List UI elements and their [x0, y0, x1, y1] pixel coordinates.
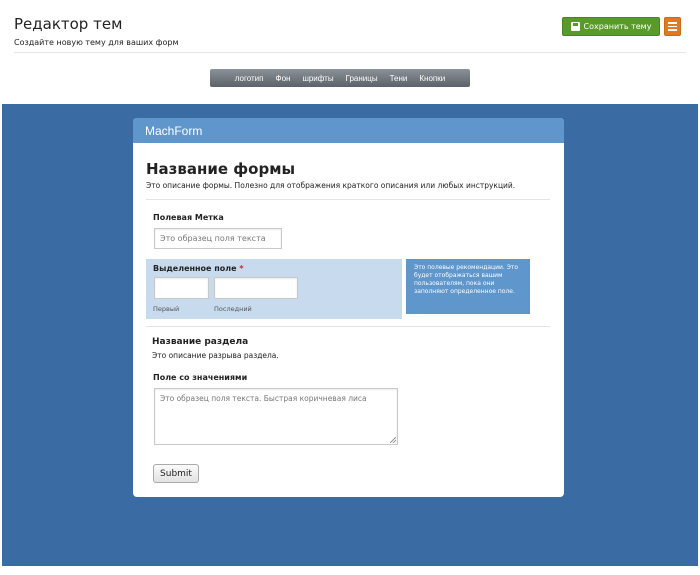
field-guideline: Это полевые рекомендации. Это будет отоб… — [406, 259, 530, 314]
hamburger-icon-line — [668, 22, 677, 24]
header-divider — [14, 52, 686, 53]
tab-background[interactable]: Фон — [269, 74, 296, 83]
tab-shadows[interactable]: Тени — [384, 74, 414, 83]
form-preview: MachForm Название формы Это описание фор… — [133, 118, 564, 497]
tab-logo[interactable]: логотип — [229, 74, 270, 83]
textarea-placeholder: Это образец поля текста. Быстрая коричне… — [160, 394, 367, 403]
section-title: Название раздела — [152, 337, 249, 347]
form-title: Название формы — [146, 160, 296, 178]
page-title: Редактор тем — [14, 15, 123, 33]
tab-buttons[interactable]: Кнопки — [413, 74, 451, 83]
form-description: Это описание формы. Полезно для отображе… — [146, 181, 516, 190]
section-description: Это описание разрыва раздела. — [152, 351, 279, 360]
save-theme-button[interactable]: Сохранить тему — [562, 17, 660, 36]
theme-tabs: логотип Фон шрифты Границы Тени Кнопки — [210, 69, 470, 87]
required-mark: * — [239, 264, 244, 273]
save-disk-icon — [570, 22, 580, 31]
first-name-input[interactable] — [154, 277, 209, 299]
last-name-input[interactable] — [214, 277, 298, 299]
highlighted-field-label: Выделенное поле * — [153, 264, 244, 273]
section-divider — [146, 326, 550, 327]
save-theme-label: Сохранить тему — [583, 22, 652, 31]
last-sublabel: Последний — [214, 305, 252, 313]
resize-grip-icon[interactable] — [390, 437, 396, 443]
highlighted-field-label-text: Выделенное поле — [153, 264, 237, 273]
submit-button[interactable]: Submit — [153, 464, 199, 483]
form-divider — [146, 199, 550, 200]
sample-text-placeholder: Это образец поля текста — [160, 234, 266, 243]
tab-borders[interactable]: Границы — [340, 74, 384, 83]
hamburger-icon-line — [668, 25, 677, 28]
sample-text-input[interactable]: Это образец поля текста — [154, 228, 282, 249]
hamburger-icon-line — [668, 29, 677, 31]
first-sublabel: Первый — [153, 305, 180, 313]
textarea-label: Поле со значениями — [153, 373, 248, 382]
page-subtitle: Создайте новую тему для ваших форм — [14, 38, 179, 47]
field-label: Полевая Метка — [153, 213, 224, 222]
theme-editor-header: Редактор тем Создайте новую тему для ваш… — [0, 0, 700, 104]
tab-fonts[interactable]: шрифты — [296, 74, 339, 83]
form-logo: MachForm — [133, 118, 564, 143]
menu-button[interactable] — [664, 17, 681, 36]
sample-textarea[interactable]: Это образец поля текста. Быстрая коричне… — [154, 388, 398, 445]
